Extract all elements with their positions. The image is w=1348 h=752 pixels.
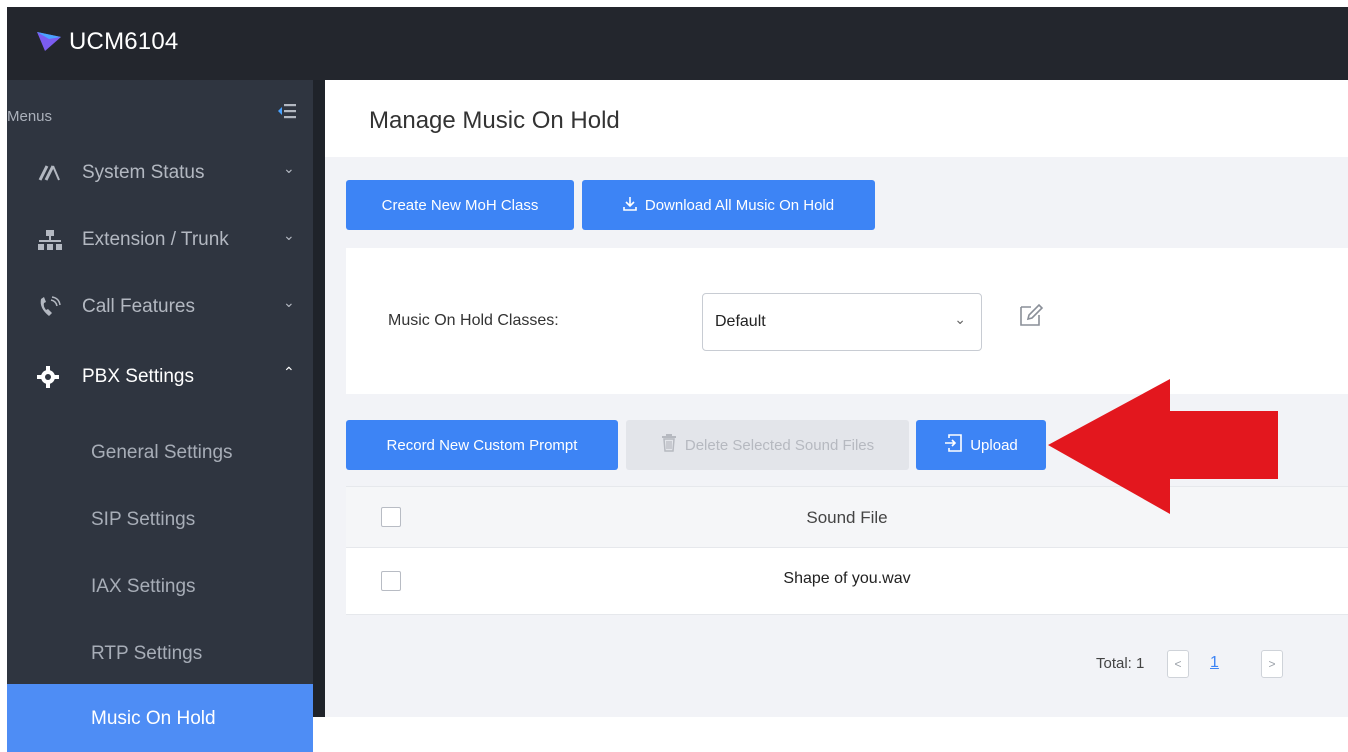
create-moh-class-label: Create New MoH Class <box>381 196 539 214</box>
table-row: Shape of you.wav <box>346 548 1348 615</box>
top-edge <box>0 0 1348 7</box>
sidebar-item-extension-trunk[interactable]: Extension / Trunk ⌄ <box>7 207 313 273</box>
page-header: Manage Music On Hold <box>325 80 1348 157</box>
network-icon <box>37 229 63 251</box>
record-custom-prompt-label: Record New Custom Prompt <box>386 436 578 454</box>
edit-icon[interactable] <box>1018 302 1044 333</box>
record-custom-prompt-button[interactable]: Record New Custom Prompt <box>346 420 618 470</box>
sidebar-subitem-label: RTP Settings <box>91 643 203 664</box>
chevron-down-icon: ⌄ <box>954 311 966 327</box>
sidebar-subitem-music-on-hold[interactable]: Music On Hold <box>7 684 313 752</box>
app-title: UCM6104 <box>69 28 179 55</box>
moh-class-select[interactable]: Default ⌄ <box>702 293 982 351</box>
upload-icon <box>944 434 963 456</box>
gauge-icon <box>37 162 63 184</box>
sidebar-subitem-rtp-settings[interactable]: RTP Settings <box>7 619 313 687</box>
delete-sound-files-button[interactable]: Delete Selected Sound Files <box>626 420 909 470</box>
pagination-next-button[interactable]: > <box>1261 650 1283 678</box>
delete-sound-files-label: Delete Selected Sound Files <box>684 436 875 454</box>
pagination-page-1[interactable]: 1 <box>1210 654 1219 672</box>
grandstream-logo-icon <box>35 29 63 58</box>
sidebar-subitem-label: Music On Hold <box>91 708 216 729</box>
top-bar: UCM6104 <box>7 7 1348 80</box>
trash-icon <box>661 434 677 456</box>
sidebar-subitem-label: General Settings <box>91 442 233 463</box>
menus-label: Menus <box>7 108 53 125</box>
create-moh-class-button[interactable]: Create New MoH Class <box>346 180 574 230</box>
sidebar-scrollbar[interactable] <box>313 80 325 717</box>
sidebar-item-label: System Status <box>82 162 205 183</box>
collapse-menu-icon[interactable] <box>277 102 297 125</box>
sidebar-item-pbx-settings[interactable]: PBX Settings ⌃ <box>7 344 313 410</box>
sidebar-item-label: Extension / Trunk <box>82 229 229 250</box>
sidebar-subitem-general-settings[interactable]: General Settings <box>7 418 313 486</box>
pagination-total: Total: 1 <box>1096 655 1145 672</box>
chevron-down-icon: ⌄ <box>283 294 295 310</box>
phone-icon <box>37 296 63 318</box>
gear-icon <box>37 366 63 388</box>
moh-classes-label: Music On Hold Classes: <box>388 312 559 329</box>
page-title: Manage Music On Hold <box>369 107 620 134</box>
chevron-down-icon: ⌄ <box>283 227 295 243</box>
moh-class-value: Default <box>715 313 766 330</box>
left-edge <box>0 0 7 717</box>
upload-label: Upload <box>970 436 1018 454</box>
download-icon <box>623 196 637 215</box>
sidebar-item-call-features[interactable]: Call Features ⌄ <box>7 274 313 340</box>
pagination-prev-button[interactable]: < <box>1167 650 1189 678</box>
sidebar-item-label: Call Features <box>82 296 195 317</box>
sidebar-subitem-iax-settings[interactable]: IAX Settings <box>7 552 313 620</box>
sidebar-subitem-sip-settings[interactable]: SIP Settings <box>7 485 313 553</box>
chevron-down-icon: ⌄ <box>283 160 295 176</box>
sound-file-name: Shape of you.wav <box>783 570 911 587</box>
sidebar: Menus System Status ⌄ Extension / Trunk … <box>7 80 313 752</box>
upload-button[interactable]: Upload <box>916 420 1046 470</box>
sidebar-subitem-label: IAX Settings <box>91 576 196 597</box>
chevron-up-icon: ⌃ <box>283 364 295 380</box>
moh-class-card: Music On Hold Classes: Default ⌄ <box>346 248 1348 394</box>
sidebar-subitem-label: SIP Settings <box>91 509 196 530</box>
download-all-moh-button[interactable]: Download All Music On Hold <box>582 180 875 230</box>
sidebar-item-label: PBX Settings <box>82 366 194 387</box>
annotation-arrow-icon <box>1048 379 1280 520</box>
sidebar-item-system-status[interactable]: System Status ⌄ <box>7 140 313 206</box>
download-all-moh-label: Download All Music On Hold <box>644 196 835 214</box>
